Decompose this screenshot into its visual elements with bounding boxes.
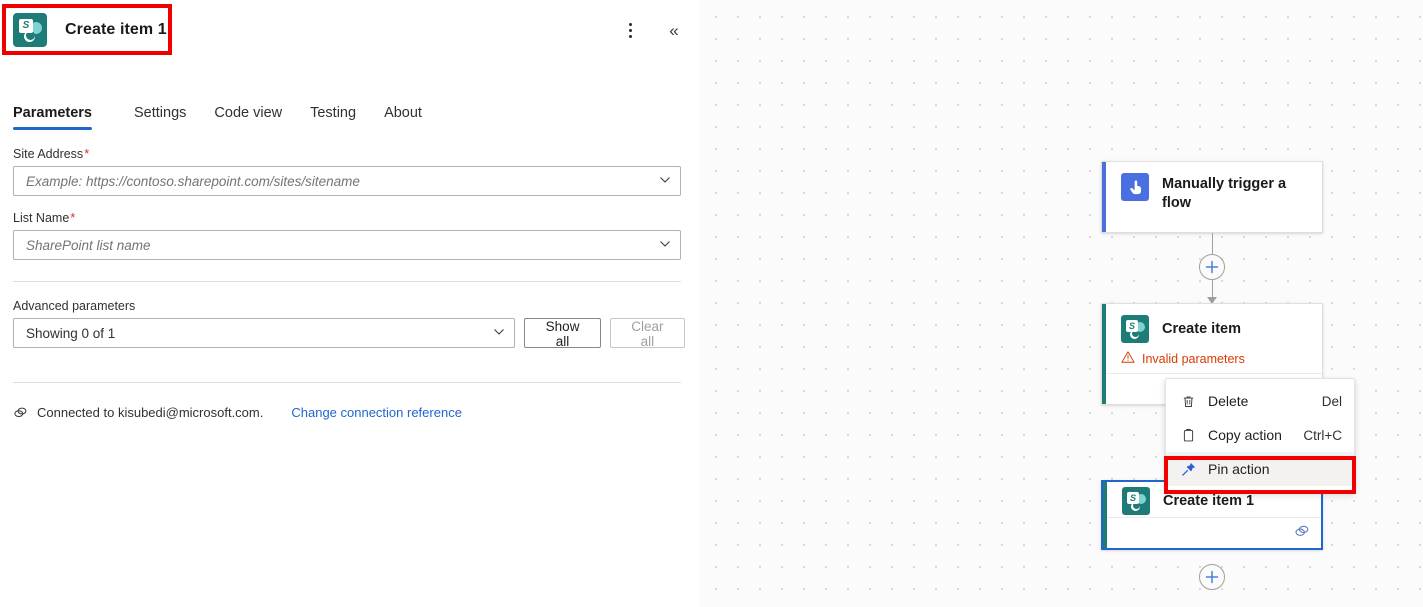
site-address-required-marker: *	[84, 146, 89, 161]
change-connection-reference-link[interactable]: Change connection reference	[291, 405, 462, 420]
node-main: S Create item	[1102, 304, 1322, 343]
chevron-down-icon[interactable]	[493, 326, 505, 341]
sharepoint-icon: S	[1122, 487, 1150, 515]
chevron-down-icon[interactable]	[659, 238, 671, 253]
context-menu-item-delete[interactable]: Delete Del	[1166, 384, 1354, 418]
context-menu-item-copy-action-label: Copy action	[1208, 427, 1292, 443]
node-title: Create item	[1162, 320, 1241, 339]
app-root: S Create item 1 « Parameters Settings C	[0, 0, 1423, 607]
pin-icon	[1180, 461, 1197, 477]
node-accent-bar	[1102, 304, 1106, 404]
sharepoint-icon-letter: S	[1127, 492, 1139, 504]
tab-settings-label: Settings	[134, 105, 186, 121]
node-accent-bar	[1103, 482, 1107, 548]
panel-header-actions: «	[617, 17, 687, 43]
context-menu-item-copy-action[interactable]: Copy action Ctrl+C	[1166, 418, 1354, 452]
flow-canvas[interactable]: Manually trigger a flow S Create item	[699, 0, 1423, 607]
node-title: Create item 1	[1163, 492, 1254, 511]
advanced-parameters-row: Showing 0 of 1 Show all Clear all	[13, 318, 685, 348]
site-address-label: Site Address*	[13, 146, 685, 161]
sharepoint-icon-letter: S	[19, 19, 33, 33]
warning-triangle-icon	[1121, 350, 1135, 367]
node-status-invalid-parameters: Invalid parameters	[1102, 343, 1322, 367]
advanced-parameters-label: Advanced parameters	[13, 299, 685, 313]
tab-parameters[interactable]: Parameters	[13, 105, 106, 130]
tab-settings[interactable]: Settings	[120, 105, 200, 130]
panel-tabs: Parameters Settings Code view Testing Ab…	[0, 84, 699, 130]
tab-testing[interactable]: Testing	[296, 105, 370, 130]
panel-header: S Create item 1 «	[0, 0, 699, 59]
clear-all-button: Clear all	[610, 318, 685, 348]
sharepoint-icon: S	[1121, 315, 1149, 343]
advanced-parameters-section: Advanced parameters Showing 0 of 1 Show …	[13, 299, 685, 348]
context-menu-item-pin-action-label: Pin action	[1208, 461, 1331, 477]
context-menu-item-copy-action-shortcut: Ctrl+C	[1303, 428, 1342, 443]
connection-status-text: Connected to kisubedi@microsoft.com.	[37, 405, 263, 420]
list-name-label-text: List Name	[13, 211, 69, 225]
context-menu-item-delete-shortcut: Del	[1322, 394, 1342, 409]
flow-node-manually-trigger-a-flow[interactable]: Manually trigger a flow	[1101, 161, 1323, 233]
node-status-text: Invalid parameters	[1142, 352, 1245, 366]
parameters-form: Site Address* Example: https://contoso.s…	[0, 130, 699, 420]
page-title: Create item 1	[65, 21, 167, 39]
context-menu-item-pin-action[interactable]: Pin action	[1166, 452, 1354, 486]
site-address-placeholder: Example: https://contoso.sharepoint.com/…	[26, 174, 360, 189]
advanced-parameters-select[interactable]: Showing 0 of 1	[13, 318, 515, 348]
action-details-panel: S Create item 1 « Parameters Settings C	[0, 0, 699, 607]
sharepoint-icon-letter: S	[1126, 320, 1138, 332]
manual-trigger-icon	[1121, 173, 1149, 201]
show-all-button[interactable]: Show all	[524, 318, 601, 348]
list-name-label: List Name*	[13, 210, 685, 225]
connection-link-icon	[13, 405, 28, 420]
sharepoint-icon: S	[13, 13, 47, 47]
node-title: Manually trigger a flow	[1162, 173, 1308, 213]
advanced-parameters-value: Showing 0 of 1	[26, 326, 115, 341]
form-divider-bottom	[13, 382, 681, 383]
clipboard-icon	[1180, 428, 1197, 443]
tab-parameters-label: Parameters	[13, 105, 92, 121]
chevron-down-icon[interactable]	[659, 174, 671, 189]
tab-about[interactable]: About	[370, 105, 436, 130]
double-chevron-left-icon[interactable]: «	[661, 17, 687, 43]
tab-code-view-label: Code view	[214, 105, 282, 121]
connection-link-icon[interactable]	[1294, 523, 1310, 544]
context-menu-item-delete-label: Delete	[1208, 393, 1311, 409]
node-footer	[1103, 517, 1321, 548]
tab-about-label: About	[384, 105, 422, 121]
add-step-button-1[interactable]	[1199, 254, 1225, 280]
form-divider-top	[13, 281, 681, 282]
node-accent-bar	[1102, 162, 1106, 232]
field-site-address: Site Address* Example: https://contoso.s…	[13, 146, 685, 196]
tab-testing-label: Testing	[310, 105, 356, 121]
node-main: Manually trigger a flow	[1102, 162, 1322, 213]
field-list-name: List Name* SharePoint list name	[13, 210, 685, 260]
trash-icon	[1180, 394, 1197, 409]
list-name-placeholder: SharePoint list name	[26, 238, 151, 253]
site-address-input[interactable]: Example: https://contoso.sharepoint.com/…	[13, 166, 681, 196]
list-name-required-marker: *	[70, 210, 75, 225]
add-step-button-2[interactable]	[1199, 564, 1225, 590]
more-options-icon[interactable]	[617, 17, 643, 43]
tab-code-view[interactable]: Code view	[200, 105, 296, 130]
connection-row: Connected to kisubedi@microsoft.com. Cha…	[13, 405, 685, 420]
site-address-label-text: Site Address	[13, 147, 83, 161]
list-name-input[interactable]: SharePoint list name	[13, 230, 681, 260]
node-context-menu[interactable]: Delete Del Copy action Ctrl+C	[1165, 378, 1355, 492]
